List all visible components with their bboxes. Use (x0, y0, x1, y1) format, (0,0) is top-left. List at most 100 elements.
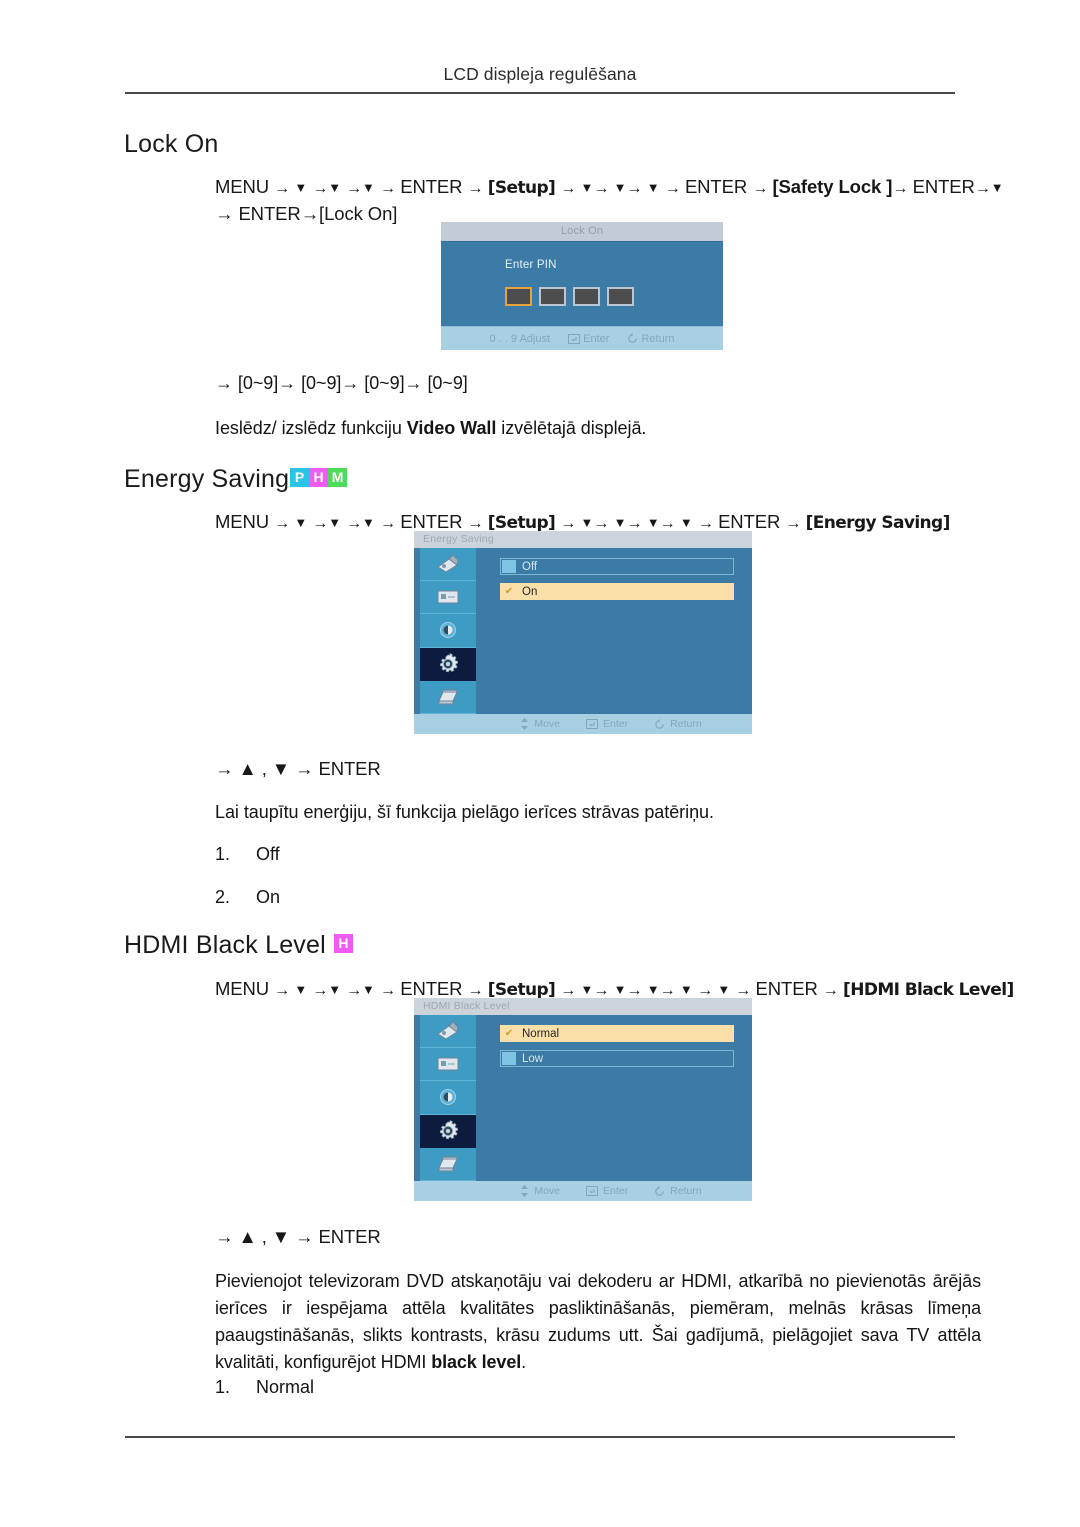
footer-return-label: Return (641, 332, 675, 345)
path-menu-label: MENU (215, 176, 270, 197)
desc-text-post: . (521, 1352, 527, 1372)
path-target-token: [HDMI Black Level] (843, 980, 1014, 1000)
model-badges: PHM (290, 462, 348, 491)
arrow-right-icon: → (379, 515, 401, 532)
check-icon: ✔ (504, 586, 514, 597)
arrow-right-icon: → (312, 180, 329, 197)
path-enter-label: ENTER (400, 176, 463, 197)
osd-footer: Move Enter Return (414, 714, 752, 734)
sidebar-item-picture[interactable] (420, 548, 476, 582)
picture-icon (437, 554, 459, 573)
arrow-right-icon: → (593, 515, 614, 532)
arrow-down-icon: ▼ (613, 180, 627, 195)
section-heading-hdmi-black-level: HDMI Black Level H (124, 928, 354, 960)
arrow-right-icon: → (379, 180, 401, 197)
sidebar-item-picture[interactable] (420, 1015, 476, 1049)
footer-return-label: Return (670, 1185, 702, 1197)
arrow-down-icon: ▼ (646, 515, 660, 530)
osd-titlebar: Energy Saving (414, 531, 752, 548)
footer-adjust-hint: 0 . . 9 Adjust (489, 332, 551, 345)
path-enter-label: ENTER (718, 511, 781, 532)
osd-option-row-selected[interactable]: ✔ On (500, 583, 734, 600)
sidebar-item-multi-control[interactable] (420, 1147, 476, 1181)
nav-hint-hdmi-black-level: → ▲ , ▼ → ENTER (215, 1226, 381, 1247)
desc-text-pre: Pievienojot televizoram DVD atskaņotāju … (215, 1271, 981, 1372)
sound-icon (440, 622, 456, 639)
osd-option-row[interactable]: Low (500, 1050, 734, 1067)
desc-text-bold: Video Wall (406, 418, 497, 438)
sidebar-item-setup[interactable] (420, 647, 476, 681)
osd-option-list: ✔ Normal Low (500, 1025, 734, 1075)
footer-enter-label: Enter (603, 1185, 629, 1197)
pin-box-2[interactable] (539, 287, 566, 306)
path-menu-label: MENU (215, 978, 270, 999)
setup-gear-icon (439, 1119, 459, 1139)
sidebar-item-sound[interactable] (420, 1081, 476, 1115)
badge-m: M (328, 467, 348, 487)
enter-pin-label: Enter PIN (505, 259, 557, 271)
path-enter-label: ENTER (400, 511, 463, 532)
arrow-right-icon: → (626, 982, 647, 999)
energy-saving-description: Lai taupītu enerģiju, šī funkcija pielāg… (215, 802, 714, 822)
arrow-right-icon: → (560, 982, 581, 999)
arrow-down-icon: ▼ (328, 180, 342, 195)
arrow-right-icon: → (312, 515, 329, 532)
footer-move-label: Move (534, 1185, 561, 1197)
osd-option-row[interactable]: Off (500, 558, 734, 575)
arrow-down-icon: ▼ (717, 982, 731, 997)
sidebar-item-setup[interactable] (420, 1114, 476, 1148)
path-menu-label: MENU (215, 511, 270, 532)
sidebar-item-multi-control[interactable] (420, 680, 476, 714)
osd-energy-saving: Energy Saving Off ✔ On Move Enter Return (414, 531, 752, 734)
document-page: LCD displeja regulēšana Lock On MENU → ▼… (0, 0, 1080, 1527)
desc-text-pre: Ieslēdz/ izslēdz funkciju (215, 418, 407, 438)
menu-path-energy-saving: MENU → ▼ →▼ →▼ → ENTER → [Setup] → ▼→ ▼→… (215, 511, 950, 533)
setup-gear-icon (439, 652, 459, 672)
pin-box-3[interactable] (573, 287, 600, 306)
arrow-right-icon: → (379, 982, 401, 999)
arrow-down-icon: ▼ (646, 180, 660, 195)
path-enter-label: ENTER (912, 176, 975, 197)
arrow-right-icon: → (312, 982, 329, 999)
list-item-number: 1. (215, 1377, 231, 1397)
pin-box-1[interactable] (505, 287, 532, 306)
osd-sidebar (420, 1015, 476, 1181)
return-arrow-icon (655, 718, 664, 729)
sidebar-item-sound[interactable] (420, 614, 476, 648)
path-setup-token: [Setup] (487, 513, 556, 533)
path-target-token: [Energy Saving] (805, 513, 951, 533)
enter-key-icon (586, 719, 599, 729)
arrow-down-icon: ▼ (580, 982, 594, 997)
osd-option-row-selected[interactable]: ✔ Normal (500, 1025, 734, 1042)
move-updown-icon (521, 1185, 529, 1197)
footer-move-hint: Move (520, 718, 560, 730)
lock-on-description: Ieslēdz/ izslēdz funkciju Video Wall izv… (215, 418, 646, 439)
arrow-right-icon: → (560, 515, 581, 532)
osd-lock-on-dialog: Lock On Enter PIN 0 . . 9 Adjust Enter R… (441, 222, 723, 350)
arrow-down-icon: ▼ (294, 515, 308, 530)
menu-path-hdmi-black-level: MENU → ▼ →▼ →▼ → ENTER → [Setup] → ▼→ ▼→… (215, 978, 1014, 1000)
path-safety-lock-token: [Safety Lock ] (772, 176, 893, 197)
sidebar-item-screen[interactable] (420, 581, 476, 615)
option-marker-icon (502, 560, 516, 573)
arrow-down-icon: ▼ (613, 982, 627, 997)
path-enter-label: ENTER (400, 978, 463, 999)
list-item-number: 1. (215, 844, 231, 864)
badge-h: H (309, 467, 329, 487)
arrow-right-icon: → (274, 982, 295, 999)
sound-icon (440, 1089, 456, 1106)
osd-sidebar (420, 548, 476, 714)
footer-return-hint: Return (654, 1185, 702, 1197)
sidebar-item-screen[interactable] (420, 1048, 476, 1082)
list-item-label: Normal (256, 1377, 315, 1397)
pin-entry-row[interactable] (505, 287, 634, 306)
section-title-text: Lock On (124, 130, 219, 158)
screen-icon (437, 1057, 459, 1071)
arrow-right-icon: → (659, 982, 680, 999)
arrow-right-icon: → (659, 515, 680, 532)
arrow-right-icon: → (274, 515, 295, 532)
footer-enter-hint: Enter (586, 718, 628, 730)
hdmi-black-level-description: Pievienojot televizoram DVD atskaņotāju … (215, 1268, 981, 1376)
pin-box-4[interactable] (607, 287, 634, 306)
multi-control-icon (438, 689, 458, 705)
